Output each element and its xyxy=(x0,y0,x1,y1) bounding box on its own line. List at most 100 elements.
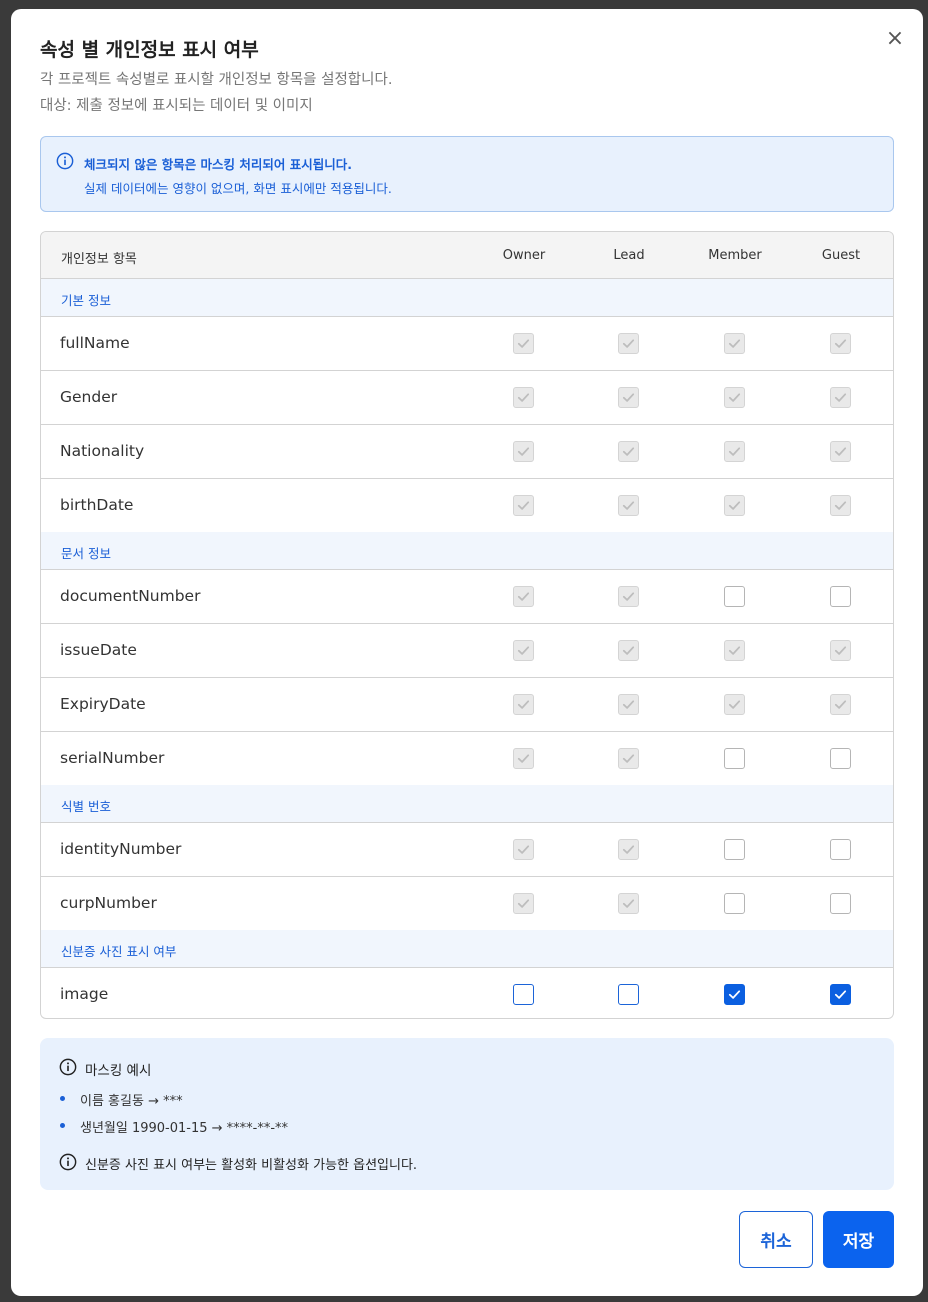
masking-title: 마스킹 예시 xyxy=(85,1063,152,1079)
row-label: curpNumber xyxy=(60,894,157,912)
info-icon xyxy=(59,1058,77,1076)
header-item-label: 개인정보 항목 xyxy=(61,252,137,267)
table-row: Nationality xyxy=(41,424,893,478)
group-header: 문서 정보 xyxy=(41,532,893,569)
checkbox-member xyxy=(724,839,745,860)
masking-example-name: 이름 홍길동 → *** xyxy=(80,1094,183,1109)
row-label: identityNumber xyxy=(60,840,182,858)
group-label: 신분증 사진 표시 여부 xyxy=(61,944,177,959)
row-label: serialNumber xyxy=(60,749,165,767)
table-row: identityNumber xyxy=(41,822,893,876)
checkbox-owner xyxy=(513,586,534,607)
checkbox-member xyxy=(724,893,745,914)
checkbox-guest xyxy=(830,694,851,715)
info-line-1: 체크되지 않은 항목은 마스킹 처리되어 표시됩니다. xyxy=(84,157,353,172)
group-header: 신분증 사진 표시 여부 xyxy=(41,930,893,967)
checkbox-member xyxy=(724,586,745,607)
row-label: Gender xyxy=(60,388,118,406)
table-row: image xyxy=(41,967,893,1018)
group-header: 식별 번호 xyxy=(41,785,893,822)
checkbox-lead xyxy=(618,640,639,661)
checkbox-owner xyxy=(513,694,534,715)
table-row: birthDate xyxy=(41,478,893,532)
row-label: issueDate xyxy=(60,641,137,659)
checkbox-member xyxy=(724,333,745,354)
checkbox-lead xyxy=(618,748,639,769)
checkbox-owner xyxy=(513,640,534,661)
checkbox-guest xyxy=(830,893,851,914)
checkbox-member xyxy=(724,441,745,462)
checkbox-owner xyxy=(513,839,534,860)
cancel-button[interactable]: 취소 xyxy=(739,1211,813,1268)
masking-example-birthdate: 생년월일 1990-01-15 → ****-**-** xyxy=(80,1121,289,1136)
row-label: fullName xyxy=(60,334,130,352)
checkbox-lead xyxy=(618,387,639,408)
checkbox-guest xyxy=(830,839,851,860)
checkbox-owner xyxy=(513,893,534,914)
checkbox-guest xyxy=(830,441,851,462)
row-label: birthDate xyxy=(60,496,134,514)
checkbox-guest xyxy=(830,333,851,354)
info-icon xyxy=(59,1153,77,1171)
checkbox-guest xyxy=(830,640,851,661)
checkbox-guest xyxy=(830,586,851,607)
checkbox-lead xyxy=(618,839,639,860)
dialog-subtitle: 각 프로젝트 속성별로 표시할 개인정보 항목을 설정합니다. xyxy=(40,72,393,88)
checkbox-guest xyxy=(830,748,851,769)
checkbox-guest xyxy=(830,387,851,408)
table-row: documentNumber xyxy=(41,569,893,623)
close-button[interactable]: × xyxy=(883,27,907,51)
table-row: issueDate xyxy=(41,623,893,677)
save-button[interactable]: 저장 xyxy=(823,1211,894,1268)
table-row: serialNumber xyxy=(41,731,893,785)
column-header-lead: Lead xyxy=(613,248,645,263)
dialog-target-text: 대상: 제출 정보에 표시되는 데이터 및 이미지 xyxy=(40,98,313,114)
checkbox-lead xyxy=(618,333,639,354)
checkbox-member xyxy=(724,640,745,661)
permission-table: 개인정보 항목 Owner Lead Member Guest 기본 정보 fullNa… xyxy=(40,231,894,1019)
checkbox-owner xyxy=(513,748,534,769)
table-row: ExpiryDate xyxy=(41,677,893,731)
checkbox-member xyxy=(724,387,745,408)
checkbox-lead xyxy=(618,441,639,462)
privacy-settings-dialog: × 속성 별 개인정보 표시 여부 각 프로젝트 속성별로 표시할 개인정보 항… xyxy=(11,9,923,1296)
column-header-guest: Guest xyxy=(821,248,861,263)
row-label: ExpiryDate xyxy=(60,695,146,713)
row-label: image xyxy=(60,985,109,1003)
table-row: curpNumber xyxy=(41,876,893,930)
group-label: 문서 정보 xyxy=(61,546,111,561)
column-header-owner: Owner xyxy=(502,248,546,263)
bullet-dot xyxy=(60,1123,65,1128)
table-row: Gender xyxy=(41,370,893,424)
checkbox-member[interactable] xyxy=(724,984,745,1005)
checkbox-member xyxy=(724,748,745,769)
row-label: Nationality xyxy=(60,442,145,460)
info-line-2: 실제 데이터에는 영향이 없으며, 화면 표시에만 적용됩니다. xyxy=(84,181,392,196)
checkbox-guest[interactable] xyxy=(830,984,851,1005)
checkbox-lead xyxy=(618,893,639,914)
masking-example-box: 마스킹 예시 이름 홍길동 → *** 생년월일 1990-01-15 → **… xyxy=(40,1038,894,1190)
checkbox-lead xyxy=(618,495,639,516)
checkbox-member xyxy=(724,495,745,516)
group-label: 기본 정보 xyxy=(61,293,111,308)
info-icon xyxy=(56,152,74,170)
masking-note: 신분증 사진 표시 여부는 활성화 비활성화 가능한 옵션입니다. xyxy=(85,1158,418,1173)
checkbox-lead[interactable] xyxy=(618,984,639,1005)
info-banner: 체크되지 않은 항목은 마스킹 처리되어 표시됩니다. 실제 데이터에는 영향이… xyxy=(40,136,894,212)
checkbox-owner xyxy=(513,387,534,408)
checkbox-owner xyxy=(513,441,534,462)
group-header: 기본 정보 xyxy=(41,279,893,316)
table-row: fullName xyxy=(41,316,893,370)
table-header: 개인정보 항목 Owner Lead Member Guest xyxy=(41,232,893,279)
checkbox-owner xyxy=(513,495,534,516)
checkbox-owner xyxy=(513,333,534,354)
checkbox-owner[interactable] xyxy=(513,984,534,1005)
row-label: documentNumber xyxy=(60,587,201,605)
checkbox-lead xyxy=(618,694,639,715)
checkbox-lead xyxy=(618,586,639,607)
checkbox-guest xyxy=(830,495,851,516)
checkbox-member xyxy=(724,694,745,715)
bullet-dot xyxy=(60,1096,65,1101)
group-label: 식별 번호 xyxy=(61,799,111,814)
column-header-member: Member xyxy=(708,248,762,263)
